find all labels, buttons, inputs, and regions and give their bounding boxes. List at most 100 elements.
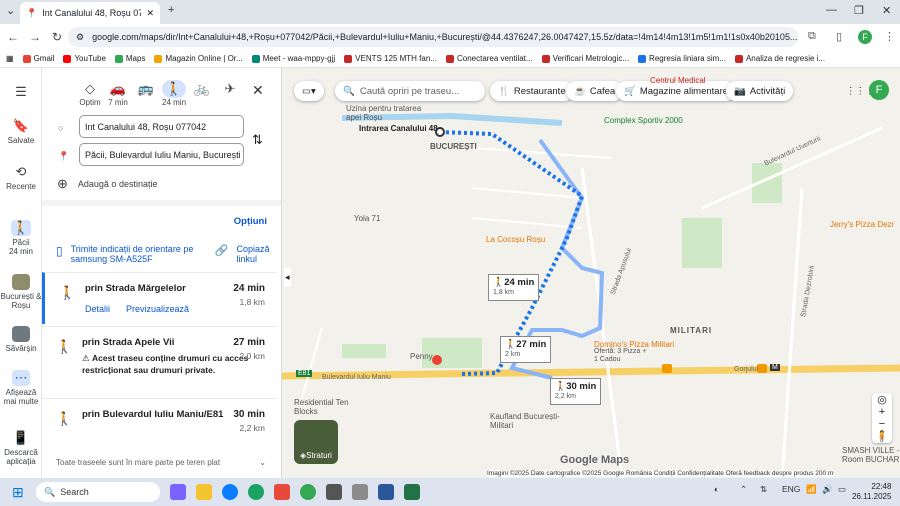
poi-label: Residential Ten Blocks	[294, 398, 349, 416]
chevron-down-icon[interactable]: ⌄	[259, 458, 266, 467]
map-type-button[interactable]: ▭▾	[294, 81, 324, 101]
recent-savarsin-button[interactable]: Săvârșin	[0, 326, 42, 353]
close-window-icon[interactable]: ✕	[882, 4, 891, 17]
destination-input[interactable]: Păcii, Bulevardul Iuliu Maniu, București	[79, 143, 244, 166]
bookmark-item[interactable]: Magazin Online | Or...	[154, 54, 243, 63]
details-link[interactable]: Detalii	[85, 304, 110, 314]
address-bar[interactable]: ⚙ google.com/maps/dir/Int+Canalului+48,+…	[68, 27, 798, 47]
tab-search-icon[interactable]: ⌄	[6, 4, 15, 17]
search-along-route[interactable]: 🔍 Caută opriri pe traseu...	[335, 81, 485, 101]
volume-icon[interactable]: 🔊	[822, 484, 833, 495]
bookmark-item[interactable]: Gmail	[22, 54, 55, 63]
profile-avatar[interactable]: F	[858, 30, 872, 44]
best-mode-tab[interactable]: ◇ Optim	[78, 80, 102, 107]
wifi-icon[interactable]: 📶	[806, 484, 817, 495]
bookmark-item[interactable]: Verificari Metrologic...	[541, 54, 629, 63]
route-callout-1[interactable]: 🚶24 min 1,8 km	[488, 274, 540, 301]
keyboard-icon: ▭▾	[302, 85, 316, 97]
word-icon[interactable]	[378, 484, 394, 500]
options-button[interactable]: Opțiuni	[234, 216, 267, 227]
bookmark-item[interactable]: YouTube	[63, 54, 106, 63]
extensions-icon[interactable]: ⧉	[808, 30, 816, 43]
chrome-icon[interactable]	[300, 484, 316, 500]
place-thumbnail-icon	[12, 274, 30, 290]
clock[interactable]: 22:48 26.11.2025	[852, 482, 891, 502]
file-explorer-icon[interactable]	[196, 484, 212, 500]
menu-button[interactable]: ☰	[0, 84, 42, 102]
recent-bucuresti-button[interactable]: București & Roșu	[0, 274, 42, 310]
weather-icon[interactable]: ◐	[714, 484, 719, 494]
recent-button[interactable]: ⟲ Recente	[0, 164, 42, 191]
route-option-2[interactable]: 🚶 prin Strada Apele Vii 27 min 2,0 km ⚠ …	[42, 326, 277, 396]
zoom-in-button[interactable]: +	[872, 406, 892, 418]
start-icon[interactable]: ⊞	[12, 484, 28, 500]
add-destination-button[interactable]: ⊕ Adaugă o destinație	[57, 176, 157, 192]
zoom-out-button[interactable]: −	[872, 418, 892, 430]
apps-grid-icon[interactable]: ▦	[6, 54, 14, 63]
transit-mode-tab[interactable]: 🚌	[134, 80, 158, 107]
sidebar-icon[interactable]: ▯	[836, 30, 842, 43]
chip-coffee[interactable]: ☕ Cafea	[566, 81, 624, 101]
drive-mode-icon: 🚗	[109, 81, 127, 96]
app-icon[interactable]	[326, 484, 342, 500]
new-tab-button[interactable]: +	[168, 4, 174, 16]
bookmark-label: Magazin Online | Or...	[165, 54, 243, 63]
flight-mode-tab[interactable]: ✈	[218, 80, 242, 107]
copilot-icon[interactable]	[170, 484, 186, 500]
bookmark-item[interactable]: VENTS 125 MTH fan...	[344, 54, 437, 63]
copy-link-button[interactable]: Copiază linkul	[237, 244, 276, 264]
network-tray-icon[interactable]: ⇅	[760, 484, 767, 495]
maps-favicon-icon: 📍	[26, 7, 38, 18]
bookmark-item[interactable]: Analiza de regresie i...	[734, 54, 825, 63]
back-icon[interactable]: ←	[4, 30, 22, 44]
drive-mode-tab[interactable]: 🚗 7 min	[106, 80, 130, 107]
pegman-icon[interactable]: 🧍	[872, 430, 892, 443]
bike-mode-tab[interactable]: 🚲	[190, 80, 214, 107]
chip-restaurants[interactable]: 🍴 Restaurante	[490, 81, 574, 101]
download-label: Descarcă aplicația	[4, 448, 38, 466]
saved-button[interactable]: 🔖 Salvate	[0, 118, 42, 145]
route-option-3[interactable]: 🚶 prin Bulevardul Iuliu Maniu/E81 30 min…	[42, 398, 277, 448]
bookmark-label: Gmail	[33, 54, 55, 63]
origin-input[interactable]: Int Canalului 48, Roșu 077042	[79, 115, 244, 138]
store-icon[interactable]	[274, 484, 290, 500]
browser-tab[interactable]: 📍 Int Canalului 48, Roșu 077042 c ✕	[20, 2, 160, 24]
walk-mode-tab[interactable]: 🚶 24 min	[162, 80, 186, 107]
edge-dev-icon[interactable]	[248, 484, 264, 500]
tab-close-icon[interactable]: ✕	[146, 8, 154, 19]
swap-icon[interactable]: ⇅	[252, 132, 263, 148]
minimize-icon[interactable]: —	[826, 4, 837, 16]
route-option-1[interactable]: 🚶 prin Strada Mărgelelor 24 min 1,8 km D…	[42, 272, 277, 324]
maximize-icon[interactable]: ❐	[854, 4, 864, 17]
edge-icon[interactable]	[222, 484, 238, 500]
bookmark-item[interactable]: Conectarea ventilat...	[445, 54, 533, 63]
more-button[interactable]: ⋯ Afișează mai multe	[0, 370, 42, 406]
language-indicator[interactable]: ENG	[782, 484, 800, 494]
recent-paci-button[interactable]: 🚶 Păcii 24 min	[0, 220, 42, 256]
reload-icon[interactable]: ↻	[48, 30, 66, 44]
route-callout-2[interactable]: 🚶27 min 2 km	[500, 336, 552, 363]
bookmark-item[interactable]: Regresia liniara sim...	[638, 54, 726, 63]
battery-icon[interactable]: ▭	[838, 484, 846, 495]
collapse-panel-icon[interactable]: ◂	[284, 268, 291, 287]
taskbar-search[interactable]: 🔍 Search	[36, 482, 160, 502]
menu-kebab-icon[interactable]: ⋮	[884, 30, 895, 43]
map-profile-avatar[interactable]: F	[869, 80, 889, 100]
send-to-phone-link[interactable]: Trimite indicații de orientare pe samsun…	[71, 244, 207, 264]
chip-activities[interactable]: 📷 Activități	[726, 81, 794, 101]
excel-icon[interactable]	[404, 484, 420, 500]
my-location-icon[interactable]: ◎	[872, 393, 892, 406]
map-canvas[interactable]: 🔍 Caută opriri pe traseu... ▭▾ 🍴 Restaura…	[282, 68, 900, 478]
close-directions-icon[interactable]: ✕	[252, 82, 264, 99]
preview-link[interactable]: Previzualizează	[126, 304, 189, 314]
download-app-button[interactable]: 📱 Descarcă aplicația	[0, 430, 42, 466]
layers-button[interactable]: ◈ Straturi	[294, 420, 338, 464]
app-icon[interactable]	[352, 484, 368, 500]
bookmark-item[interactable]: Meet - waa-mppy-gjj	[251, 54, 335, 63]
chevron-up-icon[interactable]: ⌃	[740, 484, 747, 495]
route-callout-3[interactable]: 🚶30 min 2,2 km	[550, 378, 602, 405]
site-info-icon[interactable]: ⚙	[76, 32, 84, 43]
forward-icon[interactable]: →	[26, 30, 44, 44]
bookmark-item[interactable]: Maps	[114, 54, 145, 63]
recent-label: Recente	[6, 182, 36, 191]
